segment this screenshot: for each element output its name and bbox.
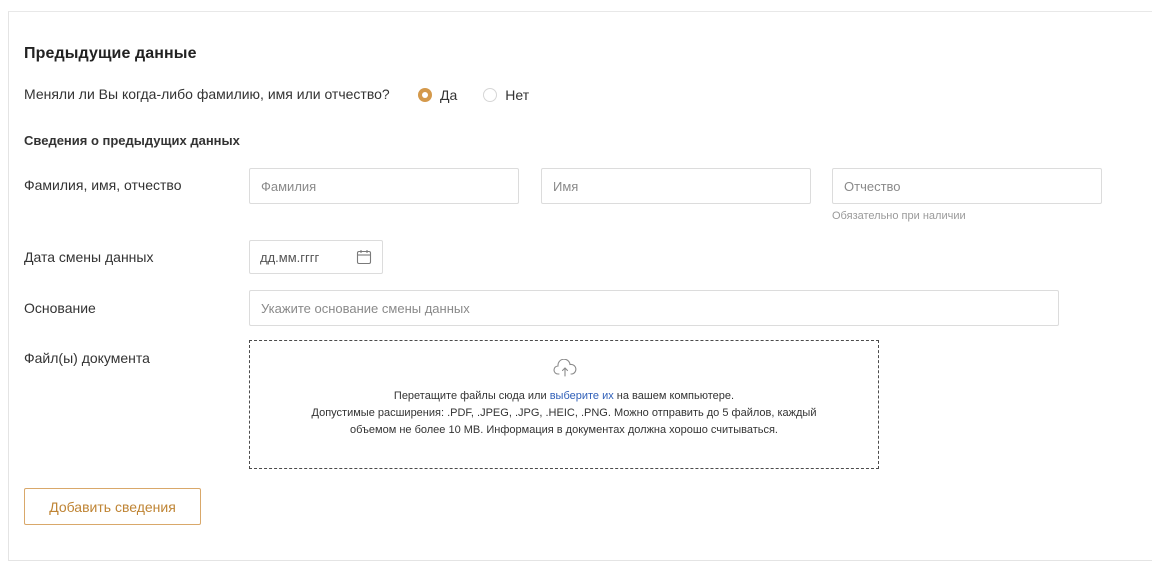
dropzone-text-before: Перетащите файлы сюда или xyxy=(393,390,550,402)
dropzone-text-after: на вашем компьютере. xyxy=(613,390,735,402)
dropzone-instructions: Перетащите файлы сюда или выберите их на… xyxy=(250,388,878,404)
add-details-button[interactable]: Добавить сведения xyxy=(24,488,201,525)
reason-placeholder: Укажите основание смены данных xyxy=(261,300,470,316)
name-change-question: Меняли ли Вы когда-либо фамилию, имя или… xyxy=(24,86,390,102)
name-change-radio-group: Да Нет xyxy=(418,87,555,103)
dropzone-limits: объемом не более 10 MB. Информация в док… xyxy=(349,424,778,436)
files-label: Файл(ы) документа xyxy=(24,350,150,366)
dropzone-extensions: Допустимые расширения: .PDF, .JPEG, .JPG… xyxy=(311,407,817,419)
cloud-upload-icon xyxy=(553,359,577,377)
patronymic-placeholder: Отчество xyxy=(844,178,901,194)
reason-input[interactable]: Укажите основание смены данных xyxy=(249,290,1059,326)
date-input[interactable]: дд.мм.гггг xyxy=(249,240,383,274)
surname-placeholder: Фамилия xyxy=(261,178,317,194)
section-title: Предыдущие данные xyxy=(24,45,197,62)
surname-input[interactable]: Фамилия xyxy=(249,168,519,204)
radio-no-label: Нет xyxy=(505,87,530,103)
calendar-icon[interactable] xyxy=(356,249,372,265)
choose-files-link[interactable]: выберите их xyxy=(550,390,614,402)
radio-no-indicator[interactable] xyxy=(483,88,498,102)
radio-yes-label: Да xyxy=(440,87,458,103)
date-label: Дата смены данных xyxy=(24,249,154,265)
file-dropzone[interactable]: Перетащите файлы сюда или выберите их на… xyxy=(249,340,879,469)
reason-label: Основание xyxy=(24,300,96,316)
radio-no[interactable]: Нет xyxy=(483,87,529,103)
radio-yes-indicator[interactable] xyxy=(418,88,432,102)
fio-label: Фамилия, имя, отчество xyxy=(24,177,182,193)
radio-yes[interactable]: Да xyxy=(418,87,457,103)
name-placeholder: Имя xyxy=(553,178,579,194)
date-placeholder: дд.мм.гггг xyxy=(260,249,320,265)
previous-data-subheading: Сведения о предыдущих данных xyxy=(24,133,240,148)
patronymic-hint: Обязательно при наличии xyxy=(832,210,966,222)
name-input[interactable]: Имя xyxy=(541,168,811,204)
patronymic-input[interactable]: Отчество xyxy=(832,168,1102,204)
